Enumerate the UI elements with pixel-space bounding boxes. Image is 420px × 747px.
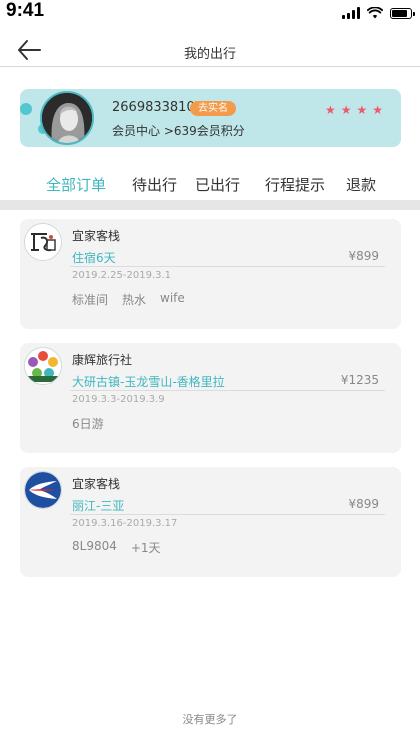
avatar[interactable]	[40, 91, 94, 145]
card-divider	[70, 514, 385, 515]
user-avatar-icon	[42, 93, 92, 143]
section-divider	[0, 200, 420, 210]
hotel-logo-icon	[24, 223, 62, 261]
tab-refunds[interactable]: 退款	[346, 174, 376, 195]
star-icon: ★	[340, 103, 352, 117]
order-tag: +1天	[130, 541, 161, 555]
status-icons	[342, 6, 415, 20]
airline-logo-icon	[24, 471, 62, 509]
card-divider	[70, 390, 385, 391]
tab-all-orders[interactable]: 全部订单	[46, 174, 106, 195]
rating-stars: ★ ★ ★ ★	[325, 103, 383, 117]
order-tags: 8L9804 +1天	[72, 539, 161, 556]
shop-name: 宜家客栈	[72, 477, 121, 491]
order-dates: 2019.2.25-2019.3.1	[72, 270, 172, 281]
shop-name: 康辉旅行社	[72, 353, 133, 367]
cellular-signal-icon	[342, 7, 360, 19]
page-title: 我的出行	[183, 47, 236, 62]
travel-agency-logo-icon	[24, 347, 62, 385]
order-route: 丽江-三亚	[72, 499, 125, 513]
star-icon: ★	[324, 103, 336, 117]
order-card[interactable]: 宜家客栈 丽江-三亚 ¥899 2019.3.16-2019.3.17 8L98…	[20, 467, 401, 577]
order-route: 大研古镇-玉龙雪山-香格里拉	[72, 375, 225, 389]
tab-pending[interactable]: 待出行	[132, 174, 177, 195]
status-time: 9:41	[6, 0, 45, 21]
order-price: ¥899	[348, 249, 379, 263]
user-id: 2669833810	[112, 100, 195, 115]
order-tag: 热水	[122, 293, 147, 307]
member-center-link[interactable]: 会员中心	[112, 124, 160, 138]
order-route: 住宿6天	[72, 251, 116, 265]
order-tag: 6日游	[72, 417, 104, 431]
no-more-text: 没有更多了	[182, 713, 238, 726]
status-bar: 9:41	[0, 0, 420, 26]
decorative-dot	[20, 103, 32, 115]
star-icon: ★	[356, 103, 368, 117]
order-card[interactable]: 宜家客栈 住宿6天 ¥899 2019.2.25-2019.3.1 标准间 热水…	[20, 219, 401, 329]
order-price: ¥1235	[340, 373, 379, 387]
order-card[interactable]: 康辉旅行社 大研古镇-玉龙雪山-香格里拉 ¥1235 2019.3.3-2019…	[20, 343, 401, 453]
battery-icon	[390, 7, 415, 19]
wifi-icon	[367, 7, 383, 19]
order-dates: 2019.3.16-2019.3.17	[72, 518, 178, 529]
nav-bar: 我的出行	[0, 34, 420, 67]
order-tags: 6日游	[72, 415, 104, 432]
card-divider	[70, 266, 385, 267]
member-points[interactable]: >639会员积分	[164, 124, 245, 138]
shop-name: 宜家客栈	[72, 229, 121, 243]
order-tabs: 全部订单 待出行 已出行 行程提示 退款	[0, 174, 420, 196]
profile-card: 2669833810 去实名 ★ ★ ★ ★ 会员中心 >639会员积分	[20, 89, 401, 147]
tab-trip-reminders[interactable]: 行程提示	[265, 174, 325, 195]
order-dates: 2019.3.3-2019.3.9	[72, 394, 165, 405]
star-icon: ★	[372, 103, 383, 117]
order-tag: 8L9804	[72, 539, 117, 553]
order-price: ¥899	[348, 497, 379, 511]
order-tags: 标准间 热水 wife	[72, 291, 185, 308]
order-tag: 标准间	[72, 293, 109, 307]
member-info: 会员中心 >639会员积分	[112, 122, 245, 139]
order-tag: wife	[160, 291, 185, 305]
verify-identity-button[interactable]: 去实名	[190, 101, 236, 116]
tab-completed[interactable]: 已出行	[195, 174, 240, 195]
